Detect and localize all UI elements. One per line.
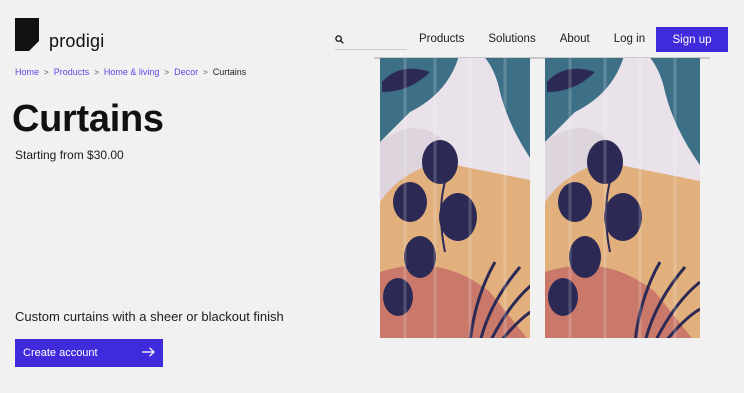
main-nav: Products Solutions About Log in	[419, 33, 645, 45]
nav-solutions[interactable]: Solutions	[488, 33, 535, 45]
breadcrumb: Home > Products > Home & living > Decor …	[15, 67, 246, 77]
nav-products[interactable]: Products	[419, 33, 464, 45]
sign-up-button[interactable]: Sign up	[656, 27, 728, 52]
search-box[interactable]	[335, 30, 407, 50]
search-icon	[335, 31, 344, 49]
prodigi-logo[interactable]: prodigi	[15, 18, 104, 51]
page-title: Curtains	[12, 98, 164, 140]
product-description: Custom curtains with a sheer or blackout…	[15, 309, 284, 324]
search-input[interactable]	[348, 33, 406, 46]
logo-wordmark: prodigi	[49, 31, 105, 51]
arrow-right-icon	[142, 346, 155, 360]
breadcrumb-separator: >	[203, 67, 208, 77]
breadcrumb-separator: >	[94, 67, 99, 77]
product-price: Starting from $30.00	[15, 148, 124, 162]
breadcrumb-decor[interactable]: Decor	[174, 67, 198, 77]
breadcrumb-products[interactable]: Products	[54, 67, 90, 77]
create-account-button[interactable]: Create account	[15, 339, 163, 367]
nav-about[interactable]: About	[560, 33, 590, 45]
breadcrumb-separator: >	[164, 67, 170, 77]
nav-login[interactable]: Log in	[614, 33, 645, 45]
breadcrumb-separator: >	[44, 67, 49, 77]
curtains-product-image	[360, 52, 730, 348]
breadcrumb-home-living[interactable]: Home & living	[104, 67, 160, 77]
create-account-label: Create account	[23, 347, 98, 359]
breadcrumb-current: Curtains	[212, 67, 247, 77]
breadcrumb-home[interactable]: Home	[15, 67, 39, 77]
logo-mark-icon	[15, 18, 39, 51]
